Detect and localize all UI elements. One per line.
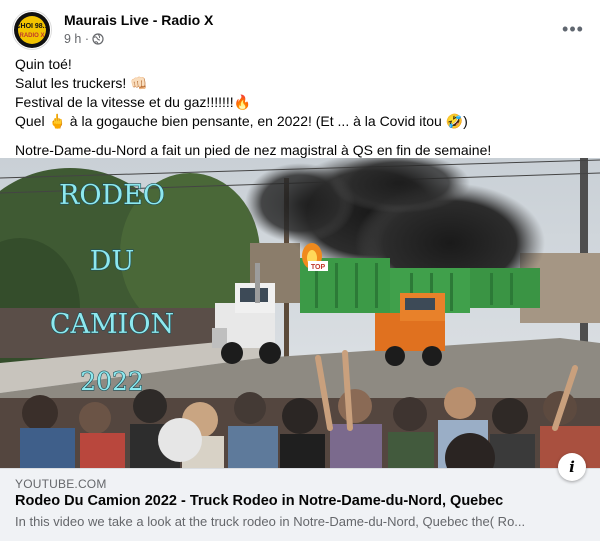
post-meta: 9 h · (64, 32, 104, 46)
overlay-text-du: DU (90, 246, 134, 277)
post-line: Quin toé! (15, 56, 72, 72)
logo-bottom-text: RADIO X (19, 33, 44, 39)
post-body: Quin toé! Salut les truckers! 👊🏻 Festiva… (15, 55, 588, 160)
facebook-post: CHOI 98.1 RADIO X Maurais Live - Radio X… (0, 0, 600, 541)
truck-sign-text: TOP (311, 264, 326, 271)
page-name-link[interactable]: Maurais Live - Radio X (64, 12, 213, 28)
link-source: YOUTUBE.COM (15, 477, 107, 491)
overlay-text-camion: CAMION (50, 309, 174, 340)
overlay-text-year: 2022 (80, 367, 144, 396)
link-preview-footer[interactable]: YOUTUBE.COM Rodeo Du Camion 2022 - Truck… (0, 468, 600, 541)
radio-x-logo: CHOI 98.1 RADIO X (14, 12, 50, 48)
page-avatar[interactable]: CHOI 98.1 RADIO X (12, 10, 52, 50)
more-options-icon[interactable]: ••• (558, 14, 588, 44)
overlay-text-rodeo: RODEO (59, 180, 165, 211)
post-line: Festival de la vitesse et du gaz!!!!!!!🔥 (15, 94, 252, 110)
video-thumbnail[interactable]: TOP RODEO DU CAMION 2022 (0, 158, 600, 468)
post-timestamp[interactable]: 9 h · (64, 32, 89, 46)
logo-top-text: CHOI 98.1 (15, 23, 48, 30)
post-line: Salut les truckers! 👊🏻 (15, 75, 148, 91)
post-header: CHOI 98.1 RADIO X Maurais Live - Radio X… (12, 10, 588, 50)
globe-icon[interactable] (92, 33, 104, 45)
rodeo-scene-image: TOP RODEO DU CAMION 2022 (0, 158, 600, 468)
link-title[interactable]: Rodeo Du Camion 2022 - Truck Rodeo in No… (15, 493, 503, 509)
link-description: In this video we take a look at the truc… (15, 514, 526, 529)
info-icon[interactable]: i (558, 453, 586, 481)
post-line: Quel 🖕 à la gogauche bien pensante, en 2… (15, 113, 468, 129)
